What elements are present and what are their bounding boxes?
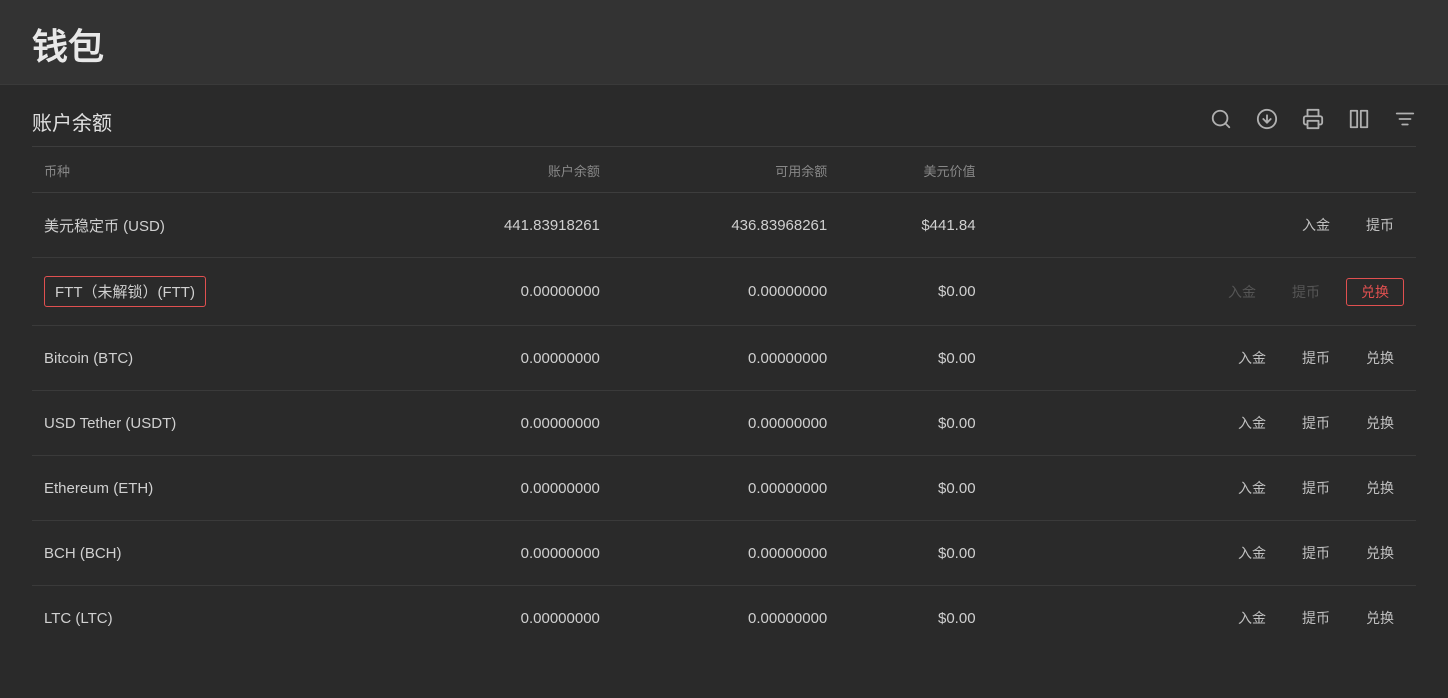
header-currency: 币种	[32, 147, 385, 193]
balance-cell: 0.00000000	[385, 521, 612, 586]
table-row: USD Tether (USDT)0.000000000.00000000$0.…	[32, 391, 1416, 456]
convert-button[interactable]: 兑换	[1356, 539, 1404, 567]
usd-value-cell: $0.00	[839, 521, 987, 586]
usd-value-cell: $0.00	[839, 456, 987, 521]
table-row: FTT（未解锁）(FTT)0.000000000.00000000$0.00入金…	[32, 258, 1416, 326]
available-cell: 0.00000000	[612, 456, 839, 521]
filter-icon[interactable]	[1394, 108, 1416, 136]
header-actions	[988, 147, 1416, 193]
convert-button[interactable]: 兑换	[1356, 604, 1404, 632]
usd-value-cell: $441.84	[839, 193, 987, 258]
section-header: 账户余额	[32, 85, 1416, 147]
wallet-table: 币种 账户余额 可用余额 美元价值 美元稳定币 (USD)441.8391826…	[32, 147, 1416, 650]
convert-button[interactable]: 兑换	[1356, 344, 1404, 372]
table-row: Ethereum (ETH)0.000000000.00000000$0.00入…	[32, 456, 1416, 521]
currency-cell: Bitcoin (BTC)	[32, 326, 385, 391]
columns-icon[interactable]	[1348, 108, 1370, 136]
currency-cell: 美元稳定币 (USD)	[32, 193, 385, 258]
actions-cell: 入金提币兑换	[988, 521, 1416, 586]
ftt-name-highlight: FTT（未解锁）(FTT)	[44, 276, 206, 307]
table-row: 美元稳定币 (USD)441.83918261436.83968261$441.…	[32, 193, 1416, 258]
toolbar-icons	[1210, 108, 1416, 136]
main-content: 账户余额	[0, 85, 1448, 650]
actions-cell: 入金提币兑换	[988, 391, 1416, 456]
balance-cell: 0.00000000	[385, 391, 612, 456]
deposit-button[interactable]: 入金	[1228, 604, 1276, 632]
convert-button[interactable]: 兑换	[1346, 278, 1404, 306]
balance-cell: 0.00000000	[385, 586, 612, 651]
table-row: Bitcoin (BTC)0.000000000.00000000$0.00入金…	[32, 326, 1416, 391]
balance-cell: 0.00000000	[385, 456, 612, 521]
withdraw-button[interactable]: 提币	[1292, 604, 1340, 632]
table-row: LTC (LTC)0.000000000.00000000$0.00入金提币兑换	[32, 586, 1416, 651]
actions-cell: 入金提币兑换	[988, 456, 1416, 521]
search-icon[interactable]	[1210, 108, 1232, 136]
print-icon[interactable]	[1302, 108, 1324, 136]
convert-button[interactable]: 兑换	[1356, 409, 1404, 437]
deposit-button[interactable]: 入金	[1228, 474, 1276, 502]
available-cell: 0.00000000	[612, 326, 839, 391]
section-title: 账户余额	[32, 107, 112, 136]
withdraw-button[interactable]: 提币	[1292, 344, 1340, 372]
usd-value-cell: $0.00	[839, 391, 987, 456]
available-cell: 0.00000000	[612, 391, 839, 456]
balance-cell: 0.00000000	[385, 326, 612, 391]
deposit-button: 入金	[1218, 278, 1266, 306]
deposit-button[interactable]: 入金	[1228, 539, 1276, 567]
available-cell: 436.83968261	[612, 193, 839, 258]
download-icon[interactable]	[1256, 108, 1278, 136]
withdraw-button[interactable]: 提币	[1356, 211, 1404, 239]
currency-cell: USD Tether (USDT)	[32, 391, 385, 456]
currency-cell: LTC (LTC)	[32, 586, 385, 651]
usd-value-cell: $0.00	[839, 258, 987, 326]
balance-cell: 441.83918261	[385, 193, 612, 258]
balance-cell: 0.00000000	[385, 258, 612, 326]
deposit-button[interactable]: 入金	[1228, 344, 1276, 372]
currency-cell: BCH (BCH)	[32, 521, 385, 586]
available-cell: 0.00000000	[612, 586, 839, 651]
page-title: 钱包	[32, 18, 1416, 70]
currency-cell: Ethereum (ETH)	[32, 456, 385, 521]
withdraw-button: 提币	[1282, 278, 1330, 306]
usd-value-cell: $0.00	[839, 586, 987, 651]
deposit-button[interactable]: 入金	[1228, 409, 1276, 437]
convert-button[interactable]: 兑换	[1356, 474, 1404, 502]
withdraw-button[interactable]: 提币	[1292, 539, 1340, 567]
table-row: BCH (BCH)0.000000000.00000000$0.00入金提币兑换	[32, 521, 1416, 586]
withdraw-button[interactable]: 提币	[1292, 474, 1340, 502]
available-cell: 0.00000000	[612, 521, 839, 586]
deposit-button[interactable]: 入金	[1292, 211, 1340, 239]
actions-cell: 入金提币	[988, 193, 1416, 258]
usd-value-cell: $0.00	[839, 326, 987, 391]
header-available: 可用余额	[612, 147, 839, 193]
withdraw-button[interactable]: 提币	[1292, 409, 1340, 437]
page-header: 钱包	[0, 0, 1448, 85]
currency-cell: FTT（未解锁）(FTT)	[32, 258, 385, 326]
available-cell: 0.00000000	[612, 258, 839, 326]
actions-cell: 入金提币兑换	[988, 586, 1416, 651]
actions-cell: 入金提币兑换	[988, 258, 1416, 326]
actions-cell: 入金提币兑换	[988, 326, 1416, 391]
header-usd-value: 美元价值	[839, 147, 987, 193]
header-balance: 账户余额	[385, 147, 612, 193]
table-header-row: 币种 账户余额 可用余额 美元价值	[32, 147, 1416, 193]
